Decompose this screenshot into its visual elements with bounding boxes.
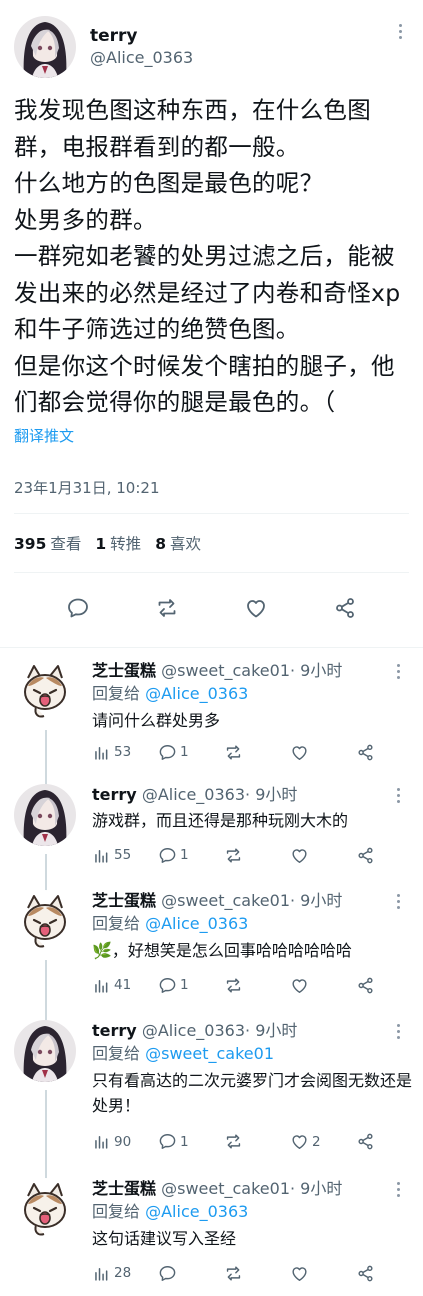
reply-icon[interactable]: 1 (158, 976, 224, 995)
views-icon[interactable]: 90 (92, 1132, 158, 1151)
replying-to: 回复给 @Alice_0363 (92, 913, 249, 933)
reply-author-name[interactable]: 芝士蛋糕 (92, 661, 156, 680)
replying-to: 回复给 @Alice_0363 (92, 683, 249, 703)
replying-to-handle[interactable]: @Alice_0363 (145, 914, 248, 933)
reply-icon[interactable] (66, 596, 90, 624)
avatar[interactable] (14, 890, 76, 952)
avatar[interactable] (14, 784, 76, 846)
reply-author-name[interactable]: terry (92, 785, 137, 804)
avatar[interactable] (14, 1178, 76, 1240)
avatar[interactable] (14, 1020, 76, 1082)
replying-to-handle[interactable]: @Alice_0363 (145, 1202, 248, 1221)
retweet-icon[interactable] (224, 976, 290, 995)
share-icon[interactable] (356, 743, 422, 762)
avatar-image (14, 784, 76, 846)
replying-to: 回复给 @Alice_0363 (92, 1201, 249, 1221)
reply-actions: 53 1 (92, 733, 422, 772)
reply-text: 请问什么群处男多 (92, 710, 221, 730)
reply-author-handle[interactable]: @Alice_0363 (142, 785, 245, 804)
avatar-image (14, 890, 76, 952)
reply-actions: 28 (92, 1251, 422, 1296)
more-icon[interactable] (397, 663, 403, 682)
reply-tweet[interactable]: 芝士蛋糕 @sweet_cake01· 9小时回复给 @Alice_0363 这句… (0, 1166, 423, 1296)
views-icon[interactable]: 41 (92, 976, 158, 995)
reply-author-handle[interactable]: @sweet_cake01 (161, 661, 290, 680)
retweet-icon[interactable] (155, 596, 179, 624)
tweet-stats: 395 查看 1 转推 8 喜欢 (14, 514, 409, 572)
replying-to: 回复给 @sweet_cake01 (92, 1043, 274, 1063)
reply-tweet[interactable]: terry @Alice_0363· 9小时回复给 @sweet_cake01 只… (0, 1008, 423, 1180)
avatar-image (14, 660, 76, 722)
replying-to-handle[interactable]: @sweet_cake01 (145, 1044, 274, 1063)
reply-time[interactable]: · 9小时 (245, 785, 297, 804)
reply-time[interactable]: · 9小时 (290, 1179, 342, 1198)
more-icon[interactable] (399, 24, 405, 42)
more-icon[interactable] (397, 1181, 403, 1200)
avatar-image (14, 1178, 76, 1240)
reply-tweet[interactable]: 芝士蛋糕 @sweet_cake01· 9小时回复给 @Alice_0363 请问… (0, 648, 423, 786)
views-icon[interactable]: 53 (92, 743, 158, 762)
translate-link[interactable]: 翻译推文 (14, 425, 409, 449)
more-icon[interactable] (397, 787, 403, 806)
reply-author-name[interactable]: 芝士蛋糕 (92, 891, 156, 910)
tweet-text: 我发现色图这种东西，在什么色图群，电报群看到的都一般。 什么地方的色图是最色的呢… (14, 96, 401, 416)
reply-icon[interactable]: 1 (158, 846, 224, 865)
author-handle[interactable]: @Alice_0363 (90, 47, 193, 69)
avatar[interactable] (14, 16, 76, 78)
share-icon[interactable] (356, 846, 422, 865)
reply-time[interactable]: · 9小时 (245, 1021, 297, 1040)
like-icon[interactable] (290, 743, 356, 762)
share-icon[interactable] (356, 976, 422, 995)
more-icon[interactable] (397, 1023, 403, 1042)
tweet-timestamp[interactable]: 23年1月31日, 10:21 (14, 477, 409, 499)
share-icon[interactable] (356, 1132, 422, 1151)
reply-author-handle[interactable]: @Alice_0363 (142, 1021, 245, 1040)
avatar-image (14, 1020, 76, 1082)
reply-icon[interactable]: 1 (158, 1132, 224, 1151)
reply-text: 只有看高达的二次元婆罗门才会阅图无数还是处男！ (92, 1070, 413, 1115)
retweet-icon[interactable] (224, 1132, 290, 1151)
views-stat[interactable]: 395 查看 (14, 532, 81, 554)
like-icon[interactable] (290, 976, 356, 995)
reply-icon[interactable]: 1 (158, 743, 224, 762)
share-icon[interactable] (333, 596, 357, 624)
reply-tweet[interactable]: 芝士蛋糕 @sweet_cake01· 9小时回复给 @Alice_0363 🌿，… (0, 878, 423, 1022)
reply-time[interactable]: · 9小时 (290, 891, 342, 910)
retweet-icon[interactable] (224, 743, 290, 762)
main-tweet-header: terry @Alice_0363 (14, 16, 409, 78)
retweets-stat[interactable]: 1 转推 (95, 532, 141, 554)
reply-list: 芝士蛋糕 @sweet_cake01· 9小时 回复给 @Alice_0363 请问… (0, 648, 423, 1296)
reply-actions: 41 1 (92, 963, 422, 1008)
reply-tweet[interactable]: terry @Alice_0363· 9小时游戏群，而且还得是那种玩刚大木的 55… (0, 772, 423, 892)
reply-actions: 55 1 (92, 833, 422, 878)
reply-text: 这句话建议写入圣经 (92, 1228, 237, 1248)
avatar-image (14, 16, 76, 78)
retweet-icon[interactable] (224, 846, 290, 865)
tweet-actions (14, 573, 409, 647)
reply-actions: 90 1 2 (92, 1118, 422, 1166)
reply-author-name[interactable]: 芝士蛋糕 (92, 1179, 156, 1198)
replying-to-handle[interactable]: @Alice_0363 (145, 684, 248, 703)
views-icon[interactable]: 55 (92, 846, 158, 865)
reply-text: 游戏群，而且还得是那种玩刚大木的 (92, 810, 349, 830)
main-tweet: terry @Alice_0363 我发现色图这种东西，在什么色图群，电报群看到… (0, 0, 423, 647)
reply-author-handle[interactable]: @sweet_cake01 (161, 891, 290, 910)
reply-text: 🌿，好想笑是怎么回事哈哈哈哈哈哈 (92, 940, 352, 960)
reply-time[interactable]: · 9小时 (290, 661, 342, 680)
likes-stat[interactable]: 8 喜欢 (155, 532, 201, 554)
reply-author-handle[interactable]: @sweet_cake01 (161, 1179, 290, 1198)
author-name[interactable]: terry (90, 25, 193, 47)
like-icon[interactable] (244, 596, 268, 624)
more-icon[interactable] (397, 893, 403, 912)
like-icon[interactable] (290, 846, 356, 865)
like-icon[interactable]: 2 (290, 1132, 356, 1151)
reply-author-name[interactable]: terry (92, 1021, 137, 1040)
avatar[interactable] (14, 660, 76, 722)
